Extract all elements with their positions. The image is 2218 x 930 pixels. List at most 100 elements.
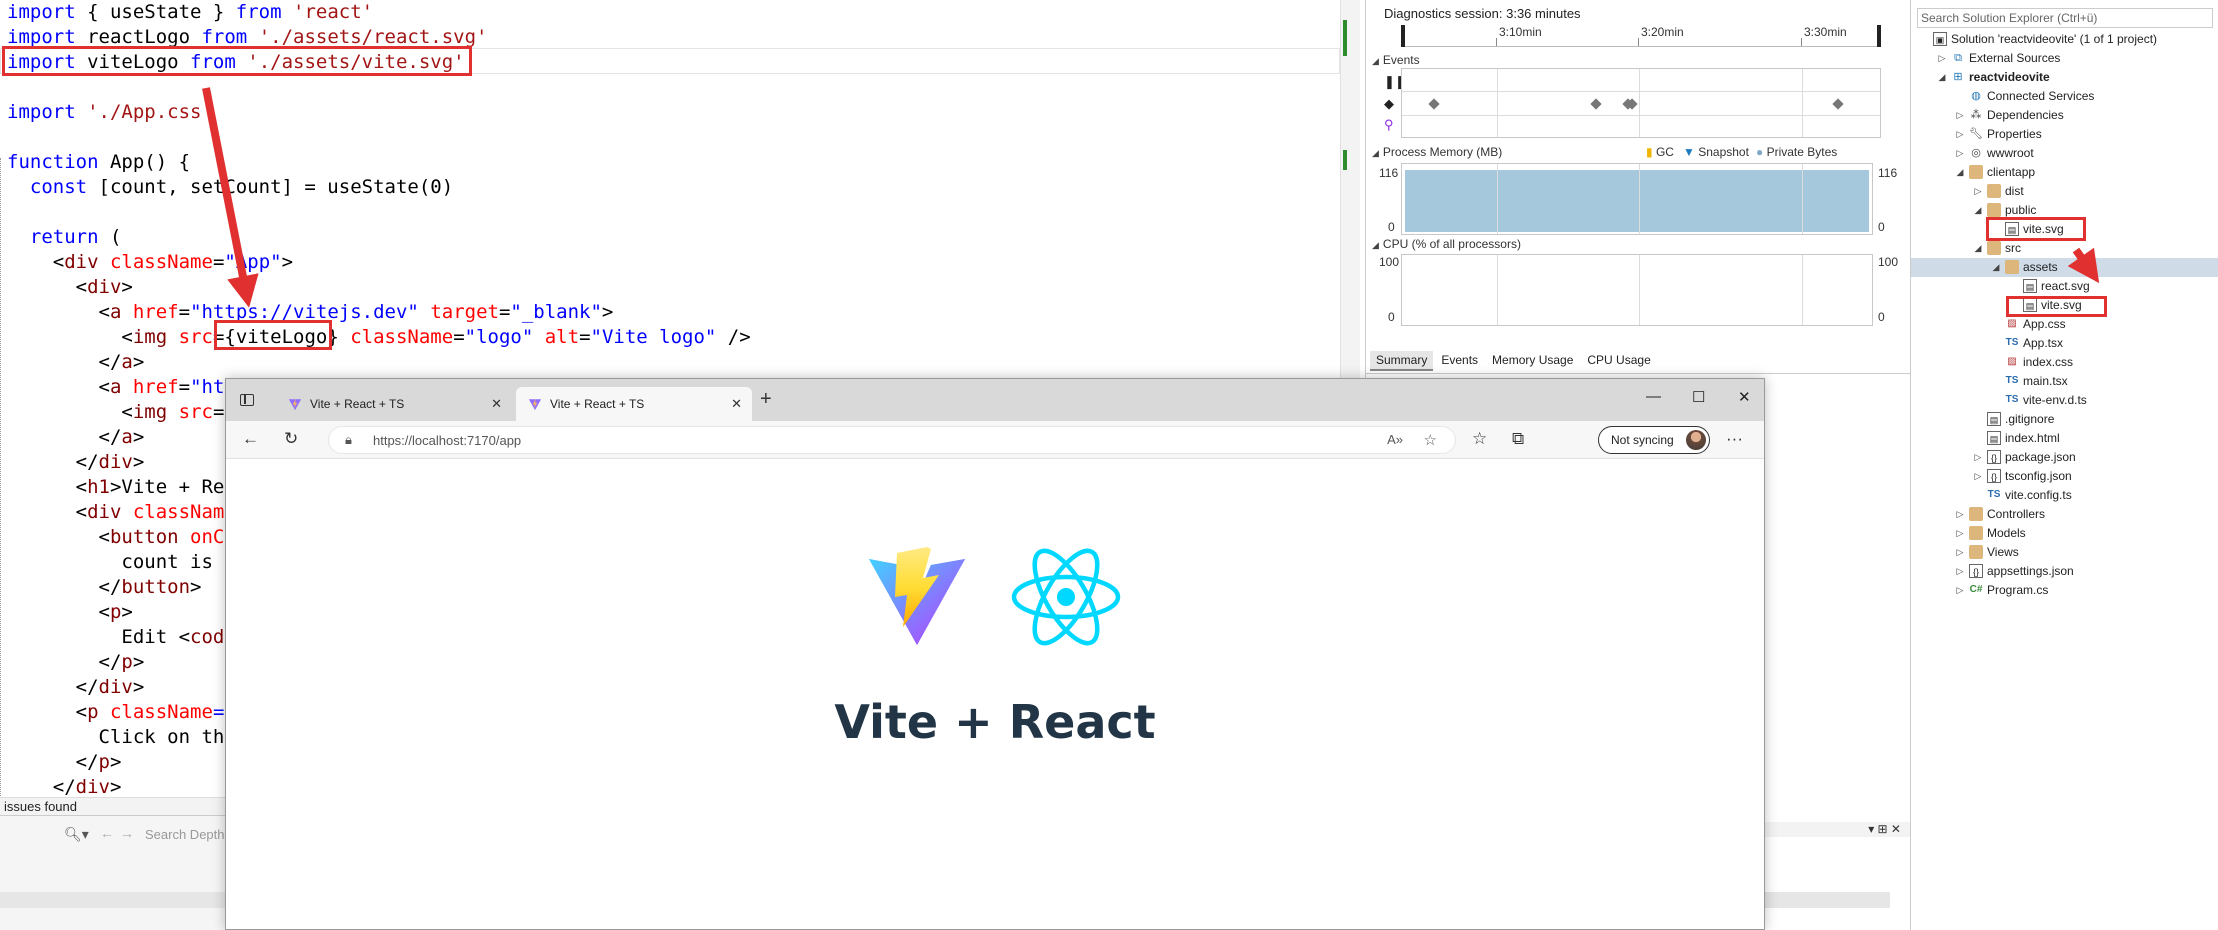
tree-item[interactable]: TS main.tsx bbox=[1911, 372, 2218, 391]
tree-item[interactable]: ▷ ⧉ External Sources bbox=[1911, 49, 2218, 68]
tree-item[interactable]: ◢ src bbox=[1911, 239, 2218, 258]
expanded-chevron-icon[interactable]: ◢ bbox=[1973, 201, 1983, 220]
collapsed-chevron-icon[interactable]: ▷ bbox=[1955, 581, 1965, 600]
tree-item[interactable]: ▷ {} package.json bbox=[1911, 448, 2218, 467]
solution-search-input[interactable]: Search Solution Explorer (Ctrl+ü) bbox=[1917, 8, 2213, 28]
timeline-ruler[interactable]: 3:10min 3:20min 3:30min bbox=[1401, 25, 1881, 47]
search-icon[interactable]: 🔍︎▾ bbox=[64, 826, 89, 843]
address-bar[interactable]: 🔒︎ https://localhost:7170/app A» ☆ bbox=[328, 426, 1456, 454]
browser-tab-1[interactable]: Vite + React + TS ✕ bbox=[276, 387, 512, 421]
profile-sync-button[interactable]: Not syncing bbox=[1598, 426, 1710, 454]
tab-events[interactable]: Events bbox=[1435, 351, 1484, 369]
collapsed-chevron-icon[interactable]: ▷ bbox=[1955, 505, 1965, 524]
tree-item[interactable]: ▷ {} appsettings.json bbox=[1911, 562, 2218, 581]
collapsed-chevron-icon[interactable]: ▷ bbox=[1955, 144, 1965, 163]
tree-item[interactable]: TS vite-env.d.ts bbox=[1911, 391, 2218, 410]
tree-item[interactable]: ◢ ⊞ reactvideovite bbox=[1911, 68, 2218, 87]
close-icon[interactable]: ✕ bbox=[731, 387, 742, 421]
lock-icon[interactable]: 🔒︎ bbox=[345, 432, 352, 448]
url-text[interactable]: https://localhost:7170/app bbox=[373, 433, 521, 448]
collapsed-chevron-icon[interactable]: ▷ bbox=[1955, 543, 1965, 562]
code-token: </ bbox=[7, 426, 122, 448]
tree-item[interactable]: ▷ Models bbox=[1911, 524, 2218, 543]
cpu-header[interactable]: ◢ CPU (% of all processors) bbox=[1372, 237, 1521, 251]
tree-item[interactable]: ◢ assets bbox=[1911, 258, 2218, 277]
expanded-chevron-icon[interactable]: ◢ bbox=[1973, 239, 1983, 258]
event-marker[interactable] bbox=[1832, 98, 1844, 110]
process-memory-header[interactable]: ◢ Process Memory (MB) bbox=[1372, 145, 1502, 159]
tree-item[interactable]: ▨ index.css bbox=[1911, 353, 2218, 372]
tree-item[interactable]: TS App.tsx bbox=[1911, 334, 2218, 353]
back-forward-arrows[interactable]: ←→ bbox=[100, 825, 140, 841]
tree-item[interactable]: ▷ C# Program.cs bbox=[1911, 581, 2218, 600]
code-token: > bbox=[121, 601, 133, 623]
window-close-icon[interactable]: ✕ bbox=[1738, 388, 1751, 406]
tree-item[interactable]: ▤ .gitignore bbox=[1911, 410, 2218, 429]
collapsed-chevron-icon[interactable]: ▷ bbox=[1955, 125, 1965, 144]
expanded-chevron-icon[interactable]: ◢ bbox=[1991, 258, 2001, 277]
tree-item[interactable]: TS vite.config.ts bbox=[1911, 486, 2218, 505]
cpu-graph[interactable] bbox=[1401, 254, 1873, 326]
legend-private-label: Private Bytes bbox=[1766, 145, 1838, 159]
tree-item[interactable]: ▤ react.svg bbox=[1911, 277, 2218, 296]
ruler-end-handle[interactable] bbox=[1877, 25, 1881, 47]
events-grid[interactable] bbox=[1401, 68, 1881, 138]
tree-item[interactable]: ▷ 🔧︎ Properties bbox=[1911, 125, 2218, 144]
tree-item[interactable]: ▤ index.html bbox=[1911, 429, 2218, 448]
new-tab-icon[interactable]: + bbox=[760, 388, 772, 411]
tab-actions-icon[interactable] bbox=[240, 394, 254, 406]
code-token: className bbox=[132, 501, 236, 523]
tree-item-label: react.svg bbox=[2041, 279, 2090, 293]
tree-item[interactable]: ▣ Solution 'reactvideovite' (1 of 1 proje… bbox=[1911, 30, 2218, 49]
code-token: src bbox=[178, 401, 213, 423]
ruler-start-handle[interactable] bbox=[1401, 25, 1405, 47]
tree-item[interactable]: ◢ clientapp bbox=[1911, 163, 2218, 182]
tree-item[interactable]: ▷ {} tsconfig.json bbox=[1911, 467, 2218, 486]
maximize-icon[interactable]: ☐ bbox=[1692, 388, 1705, 406]
diagnostics-tabs: Summary Events Memory Usage CPU Usage bbox=[1370, 351, 1659, 371]
expanded-chevron-icon[interactable]: ◢ bbox=[1937, 68, 1947, 87]
folder-icon bbox=[1987, 184, 2001, 198]
tree-item-label: appsettings.json bbox=[1987, 564, 2074, 578]
expanded-chevron-icon[interactable]: ◢ bbox=[1955, 163, 1965, 182]
favorites-icon[interactable]: ☆ bbox=[1472, 429, 1487, 449]
collapsed-chevron-icon[interactable]: ▷ bbox=[1937, 49, 1947, 68]
panel-pin-close-icons[interactable]: ▾ ⊞ ✕ bbox=[1868, 822, 1901, 836]
collections-icon[interactable]: ⧉ bbox=[1512, 429, 1524, 449]
tree-item[interactable]: ▷ Controllers bbox=[1911, 505, 2218, 524]
code-token: </ bbox=[7, 751, 99, 773]
collapsed-chevron-icon[interactable]: ▷ bbox=[1955, 562, 1965, 581]
events-section-header[interactable]: ◢ Events bbox=[1372, 53, 1420, 67]
refresh-icon[interactable]: ↻ bbox=[284, 429, 298, 449]
browser-tab-2[interactable]: Vite + React + TS ✕ bbox=[516, 387, 752, 421]
tree-item[interactable]: ▨ App.css bbox=[1911, 315, 2218, 334]
tab-memory-usage[interactable]: Memory Usage bbox=[1486, 351, 1579, 369]
code-token: p bbox=[109, 601, 122, 623]
more-options-icon[interactable]: ··· bbox=[1726, 429, 1743, 449]
code-token: div bbox=[98, 451, 133, 473]
process-memory-graph[interactable] bbox=[1401, 163, 1873, 235]
tab-summary[interactable]: Summary bbox=[1370, 351, 1434, 371]
react-logo-icon[interactable] bbox=[1010, 545, 1122, 649]
minimize-icon[interactable]: — bbox=[1646, 388, 1661, 405]
event-marker[interactable] bbox=[1428, 98, 1440, 110]
tree-item[interactable]: ◍ Connected Services bbox=[1911, 87, 2218, 106]
collapsed-chevron-icon[interactable]: ▷ bbox=[1955, 524, 1965, 543]
back-icon[interactable]: ← bbox=[242, 429, 259, 449]
add-favorite-icon[interactable]: ☆ bbox=[1424, 431, 1437, 449]
read-aloud-icon[interactable]: A» bbox=[1387, 432, 1403, 447]
close-icon[interactable]: ✕ bbox=[491, 387, 502, 421]
collapsed-chevron-icon[interactable]: ▷ bbox=[1973, 448, 1983, 467]
vite-logo-icon[interactable] bbox=[866, 545, 968, 649]
collapsed-chevron-icon[interactable]: ▷ bbox=[1973, 182, 1983, 201]
tree-item[interactable]: ▷ ◎ wwwroot bbox=[1911, 144, 2218, 163]
tree-item[interactable]: ▷ dist bbox=[1911, 182, 2218, 201]
tab-cpu-usage[interactable]: CPU Usage bbox=[1581, 351, 1656, 369]
event-marker[interactable] bbox=[1590, 98, 1602, 110]
cpu-axis-min-left: 0 bbox=[1388, 310, 1395, 324]
tree-item[interactable]: ▷ ⁂ Dependencies bbox=[1911, 106, 2218, 125]
tree-item[interactable]: ▷ Views bbox=[1911, 543, 2218, 562]
collapsed-chevron-icon[interactable]: ▷ bbox=[1973, 467, 1983, 486]
collapsed-chevron-icon[interactable]: ▷ bbox=[1955, 106, 1965, 125]
